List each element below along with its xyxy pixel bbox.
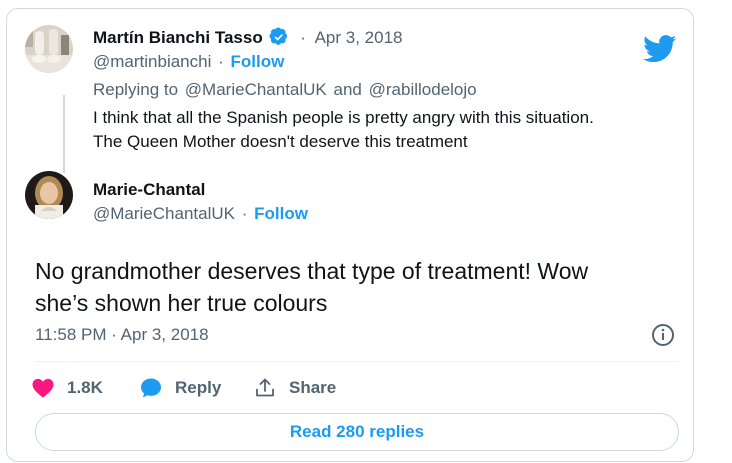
reply-separator: · (300, 28, 306, 47)
avatar-marie-chantal[interactable] (25, 171, 73, 219)
heart-icon (32, 378, 54, 398)
reply-date[interactable]: Apr 3, 2018 (315, 28, 403, 47)
follow-marie-chantal-button[interactable]: Follow (254, 204, 308, 223)
reply-tweet-header: Martín Bianchi Tasso · Apr 3, 2018 (93, 27, 403, 49)
like-count: 1.8K (67, 378, 103, 397)
reply-text-line-1: I think that all the Spanish people is p… (93, 108, 594, 127)
main-handle-row: @MarieChantalUK · Follow (93, 203, 308, 225)
reply-action[interactable]: Reply (139, 375, 221, 401)
like-action[interactable]: 1.8K (31, 375, 103, 401)
thread-connector-line (63, 95, 65, 173)
twitter-bird-icon[interactable] (643, 35, 677, 63)
reply-handle-separator: · (218, 52, 224, 71)
replying-to-mention-1[interactable]: @MarieChantalUK (185, 80, 327, 99)
reply-author-name[interactable]: Martín Bianchi Tasso (93, 28, 263, 47)
main-text-line-2: she’s shown her true colours (35, 290, 328, 316)
reply-text-line-2: The Queen Mother doesn't deserve this tr… (93, 132, 468, 151)
actions-divider (35, 361, 679, 362)
main-handle[interactable]: @MarieChantalUK (93, 204, 235, 223)
reply-handle-row: @martinbianchi · Follow (93, 51, 284, 73)
share-action[interactable]: Share (253, 375, 336, 401)
main-tweet-header: Marie-Chantal (93, 179, 205, 201)
verified-badge-icon (269, 27, 288, 45)
reply-handle[interactable]: @martinbianchi (93, 52, 211, 71)
share-label: Share (289, 378, 337, 397)
replying-to-mention-2[interactable]: @rabillodelojo (369, 80, 477, 99)
speech-bubble-icon (141, 378, 161, 398)
follow-martin-button[interactable]: Follow (231, 52, 285, 71)
share-icon (256, 378, 274, 397)
replying-to-and: and (333, 80, 362, 99)
info-icon[interactable] (651, 323, 675, 347)
avatar-martin[interactable] (25, 25, 73, 73)
main-author-name[interactable]: Marie-Chantal (93, 180, 205, 199)
embedded-tweet-card: Martín Bianchi Tasso · Apr 3, 2018 @mart… (6, 8, 694, 462)
read-replies-button[interactable]: Read 280 replies (35, 413, 679, 451)
main-text-line-1: No grandmother deserves that type of tre… (35, 258, 589, 284)
main-tweet-text: No grandmother deserves that type of tre… (35, 255, 675, 319)
tweet-timestamp[interactable]: 11:58 PM · Apr 3, 2018 (35, 325, 209, 345)
replying-to-prefix: Replying to (93, 80, 179, 99)
replying-to-line: Replying to @MarieChantalUK and @rabillo… (93, 79, 477, 101)
main-handle-separator: · (241, 204, 248, 223)
reply-label: Reply (175, 378, 222, 397)
